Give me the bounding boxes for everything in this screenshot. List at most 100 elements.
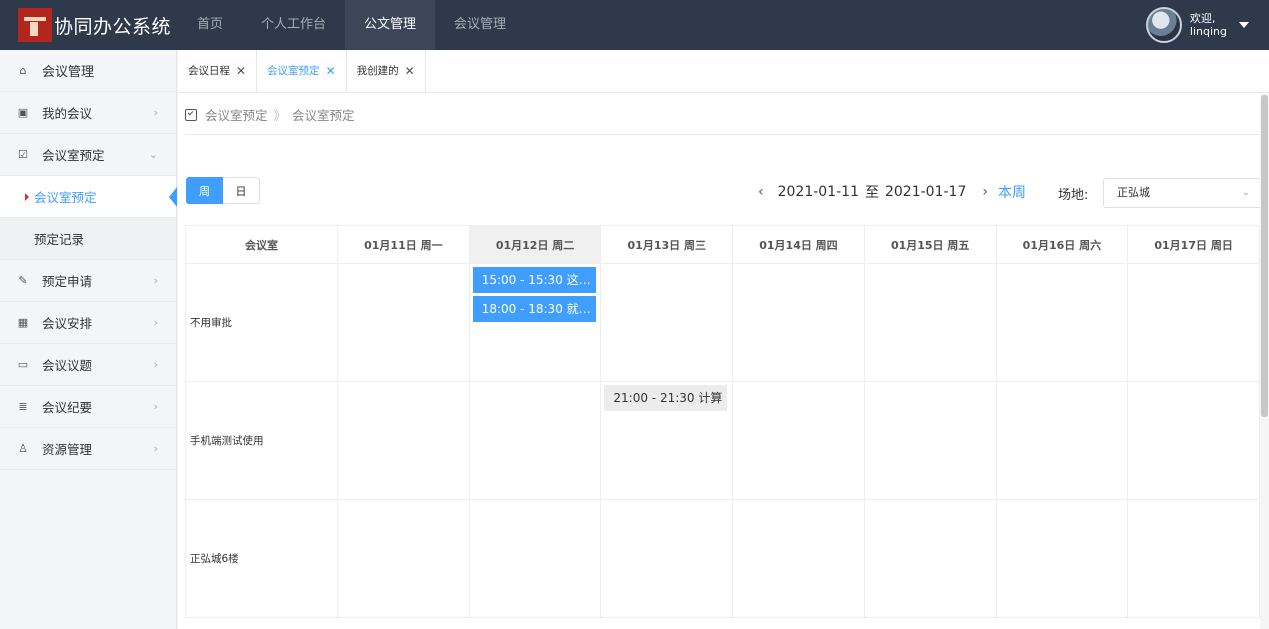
grid-cell[interactable] [732,263,865,382]
day-header: 01月11日 周一 [337,225,470,264]
date-end: 2021-01-17 [884,184,967,200]
tab-created-by-me[interactable]: 我创建的 ✕ [347,50,426,92]
checkbox-icon: ☑ [18,148,28,161]
grid-cell[interactable] [863,499,997,618]
tab-schedule[interactable]: 会议日程 ✕ [178,50,258,92]
venue-select[interactable]: 正弘城 ⌄ [1103,178,1261,208]
monitor-icon: ▣ [17,106,29,119]
this-week-link[interactable]: 本周 [998,182,1026,202]
sidebar-subitem-label: 预定记录 [34,232,85,247]
day-header: 01月14日 周四 [732,225,865,264]
sidebar-item-arrangement[interactable]: ▦ 会议安排 › [0,302,176,344]
user-greeting: 欢迎, [1189,12,1216,25]
logo-icon [18,8,52,42]
venue-label: 场地: [1058,188,1089,203]
main-content: 会议室预定 》 会议室预定 周 日 ‹ 2021-01-11 至 2021-01… [178,93,1269,629]
sidebar-item-my-meetings[interactable]: ▣ 我的会议 › [0,92,176,134]
tab-label: 会议室预定 [267,65,320,77]
nav-home[interactable]: 首页 [178,0,242,50]
list-icon: ≣ [18,400,28,413]
tab-label: 会议日程 [188,65,230,77]
image-icon: ▦ [17,316,29,329]
chevron-right-icon: › [153,442,158,455]
booking-event[interactable]: 21:00 - 21:30 计算 [604,385,728,411]
user-menu[interactable]: 欢迎, linqing [1145,0,1249,50]
grid-cell[interactable] [337,499,470,618]
grid-cell[interactable] [468,381,602,500]
sidebar-header-label: 会议管理 [42,65,95,80]
sidebar-item-label: 会议议题 [42,358,93,373]
close-icon[interactable]: ✕ [405,50,415,92]
app-logo[interactable]: 协同办公系统 [0,0,178,50]
top-bar: 协同办公系统 首页 个人工作台 公文管理 会议管理 欢迎, linqing [0,0,1269,50]
view-toggle: 周 日 [186,177,260,204]
table-row: 正弘城6楼 [185,499,1260,618]
day-header-today: 01月12日 周二 [468,225,602,264]
breadcrumb-current: 会议室预定 [292,108,355,123]
avatar[interactable] [1145,7,1182,43]
chevron-right-icon: › [153,400,158,413]
grid-cell[interactable] [995,381,1129,500]
grid-cell[interactable]: 21:00 - 21:30 计算 [600,381,734,500]
sidebar-item-topics[interactable]: ▭ 会议议题 › [0,344,176,386]
room-column-header: 会议室 [185,225,338,264]
close-icon[interactable]: ✕ [236,50,246,92]
nav-meetings[interactable]: 会议管理 [435,0,525,50]
grid-cell[interactable] [732,381,865,500]
comment-icon: ▭ [17,358,29,371]
top-nav: 首页 个人工作台 公文管理 会议管理 [178,0,525,50]
grid-cell[interactable] [468,499,602,618]
week-view-button[interactable]: 周 [186,177,223,204]
caret-down-icon[interactable] [1239,22,1249,28]
date-to: 至 [864,185,879,201]
home-icon: ⌂ [19,64,27,77]
chevron-down-icon: ⌄ [1241,187,1250,198]
sidebar-subitem-booking-records[interactable]: 预定记录 [0,218,176,260]
grid-cell[interactable] [995,263,1129,382]
grid-cell[interactable]: 15:00 - 15:30 这是... 18:00 - 18:30 就说... [468,263,602,382]
nav-documents[interactable]: 公文管理 [345,0,436,50]
sidebar-header[interactable]: ⌂ 会议管理 [0,50,176,92]
grid-cell[interactable] [1127,499,1260,618]
grid-cell[interactable] [863,381,997,500]
date-start: 2021-01-11 [777,184,859,200]
booking-event[interactable]: 15:00 - 15:30 这是... [472,267,596,293]
checkbox-icon [185,108,197,121]
day-header: 01月15日 周五 [863,225,997,264]
sidebar-item-room-booking[interactable]: ☑ 会议室预定 ⌄ [0,134,176,176]
chevron-left-icon[interactable]: ‹ [758,184,764,200]
sidebar-item-label: 会议纪要 [42,400,93,415]
app-title: 协同办公系统 [54,15,172,38]
breadcrumb-separator: 》 [273,108,287,123]
grid-cell[interactable] [1127,263,1260,382]
sidebar-item-label: 会议安排 [42,316,93,331]
edit-note-icon: ✎ [18,274,28,287]
chevron-down-icon: ⌄ [148,148,158,161]
booking-event[interactable]: 18:00 - 18:30 就说... [472,296,596,322]
grid-cell[interactable] [600,499,734,618]
breadcrumb-root[interactable]: 会议室预定 [205,105,268,124]
sidebar-item-resources[interactable]: ♙ 资源管理 › [0,428,176,470]
grid-cell[interactable] [337,381,470,500]
grid-cell[interactable] [863,263,997,382]
sidebar-subitem-room-booking[interactable]: 会议室预定 [0,176,177,218]
room-name: 正弘城6楼 [185,499,338,618]
scrollbar-thumb[interactable] [1261,95,1268,417]
sidebar-subitem-label: 会议室预定 [34,190,97,205]
breadcrumb: 会议室预定 》 会议室预定 [185,105,355,124]
close-icon[interactable]: ✕ [326,50,336,92]
date-navigator: ‹ 2021-01-11 至 2021-01-17 › 本周 [758,182,1026,202]
grid-cell[interactable] [732,499,865,618]
grid-cell[interactable] [995,499,1129,618]
chevron-right-icon[interactable]: › [982,184,988,200]
booking-grid: 会议室 01月11日 周一 01月12日 周二 01月13日 周三 01月14日… [185,225,1260,618]
nav-workspace[interactable]: 个人工作台 [242,0,345,50]
day-header: 01月17日 周日 [1127,225,1260,264]
tab-room-booking[interactable]: 会议室预定 ✕ [257,50,347,92]
day-view-button[interactable]: 日 [223,177,260,204]
grid-cell[interactable] [1127,381,1260,500]
grid-cell[interactable] [337,263,470,382]
sidebar-item-booking-requests[interactable]: ✎ 预定申请 › [0,260,176,302]
sidebar-item-minutes[interactable]: ≣ 会议纪要 › [0,386,176,428]
grid-cell[interactable] [600,263,734,382]
